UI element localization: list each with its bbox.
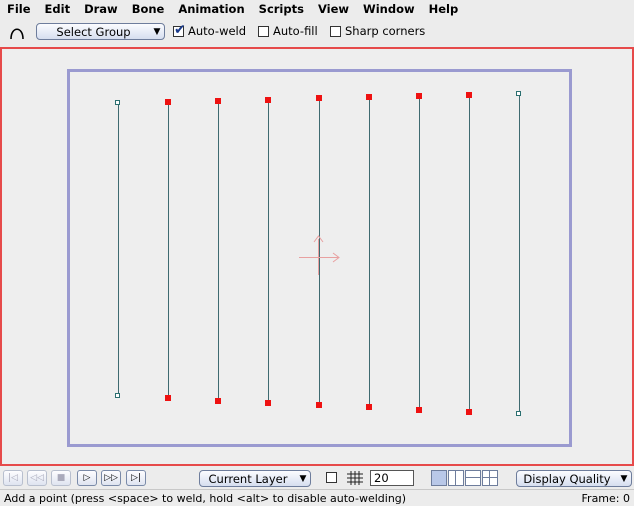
vector-line[interactable] (268, 100, 269, 404)
grid-toggle-checkbox[interactable] (326, 472, 337, 483)
vector-line[interactable] (419, 96, 420, 411)
menu-draw[interactable]: Draw (77, 0, 125, 18)
menu-window[interactable]: Window (356, 0, 422, 18)
auto-fill-checkbox[interactable]: Auto-fill (258, 24, 318, 38)
curve-point[interactable] (165, 99, 171, 105)
curve-point[interactable] (416, 407, 422, 413)
curve-point[interactable] (366, 94, 372, 100)
skip-forward-icon: ▷| (131, 473, 141, 483)
checkmark-icon: ✔ (174, 21, 186, 38)
checkbox-box (330, 25, 341, 37)
step-back-icon: ◁◁ (30, 473, 44, 483)
stop-button[interactable]: ■ (51, 470, 71, 486)
play-icon: ▷ (83, 473, 91, 483)
step-back-button[interactable]: ◁◁ (27, 470, 47, 486)
curve-point[interactable] (416, 93, 422, 99)
curve-point[interactable] (516, 91, 521, 96)
menu-view[interactable]: View (311, 0, 356, 18)
menu-help[interactable]: Help (422, 0, 466, 18)
stop-icon: ■ (56, 473, 66, 483)
sharp-corners-label: Sharp corners (345, 24, 426, 38)
curve-point[interactable] (215, 398, 221, 404)
vector-line[interactable] (218, 101, 219, 402)
grid-size-field[interactable]: 20 (370, 470, 414, 486)
chevron-down-icon: ▼ (620, 473, 628, 484)
origin-crosshair-vertical (318, 239, 319, 275)
rewind-to-start-button[interactable]: |◁ (3, 470, 23, 486)
split-vertical-view-button[interactable] (448, 470, 464, 486)
single-view-button[interactable] (431, 470, 447, 486)
step-forward-icon: ▷▷ (104, 473, 118, 483)
chevron-down-icon: ▼ (153, 26, 161, 37)
sharp-corners-checkbox[interactable]: Sharp corners (330, 24, 425, 38)
menu-bone[interactable]: Bone (125, 0, 172, 18)
curve-point[interactable] (366, 404, 372, 410)
vector-line[interactable] (319, 98, 320, 406)
status-message: Add a point (press <space> to weld, hold… (4, 491, 407, 505)
curve-point[interactable] (165, 395, 171, 401)
tool-options-bar: Select Group ▼ ✔ Auto-weld Auto-fill Sha… (0, 18, 634, 46)
layer-select-dropdown[interactable]: Current Layer ▼ (199, 470, 311, 487)
chevron-down-icon: ▼ (299, 473, 307, 484)
menu-file[interactable]: File (0, 0, 38, 18)
auto-weld-checkbox[interactable]: ✔ Auto-weld (173, 22, 247, 38)
vector-line[interactable] (369, 97, 370, 408)
menu-scripts[interactable]: Scripts (252, 0, 311, 18)
curve-point[interactable] (265, 400, 271, 406)
vector-line[interactable] (118, 103, 119, 397)
skip-back-icon: |◁ (8, 473, 18, 483)
split-horizontal-view-button[interactable] (465, 470, 481, 486)
step-forward-button[interactable]: ▷▷ (101, 470, 121, 486)
quad-view-button[interactable] (482, 470, 498, 486)
curve-point[interactable] (215, 98, 221, 104)
curve-point[interactable] (466, 92, 472, 98)
curve-point[interactable] (316, 95, 322, 101)
curve-point[interactable] (265, 97, 271, 103)
curve-point[interactable] (466, 409, 472, 415)
auto-fill-label: Auto-fill (273, 24, 318, 38)
arrow-up-icon (313, 235, 324, 243)
checkbox-box: ✔ (173, 22, 186, 38)
curve-point[interactable] (316, 402, 322, 408)
auto-weld-label: Auto-weld (188, 24, 247, 38)
menu-bar: File Edit Draw Bone Animation Scripts Vi… (0, 0, 634, 18)
curve-point[interactable] (115, 100, 120, 105)
menu-edit[interactable]: Edit (38, 0, 78, 18)
checkbox-box (258, 25, 269, 37)
vector-line[interactable] (469, 95, 470, 413)
curve-point[interactable] (115, 393, 120, 398)
select-group-dropdown[interactable]: Select Group ▼ (36, 23, 165, 40)
menu-animation[interactable]: Animation (171, 0, 251, 18)
play-button[interactable]: ▷ (77, 470, 97, 486)
playback-bar: |◁ ◁◁ ■ ▷ ▷▷ ▷| Current Layer ▼ 20 Displ… (0, 467, 634, 489)
status-bar: Add a point (press <space> to weld, hold… (0, 489, 634, 506)
curve-point[interactable] (516, 411, 521, 416)
go-to-end-button[interactable]: ▷| (126, 470, 146, 486)
vector-line[interactable] (519, 94, 520, 415)
display-quality-dropdown[interactable]: Display Quality ▼ (516, 470, 632, 487)
arrow-right-icon (332, 252, 340, 263)
add-point-curve-icon (6, 21, 28, 43)
vector-line[interactable] (168, 102, 169, 399)
grid-icon (347, 471, 363, 485)
frame-indicator: Frame: 0 (581, 491, 630, 505)
drawing-canvas[interactable] (0, 47, 634, 466)
